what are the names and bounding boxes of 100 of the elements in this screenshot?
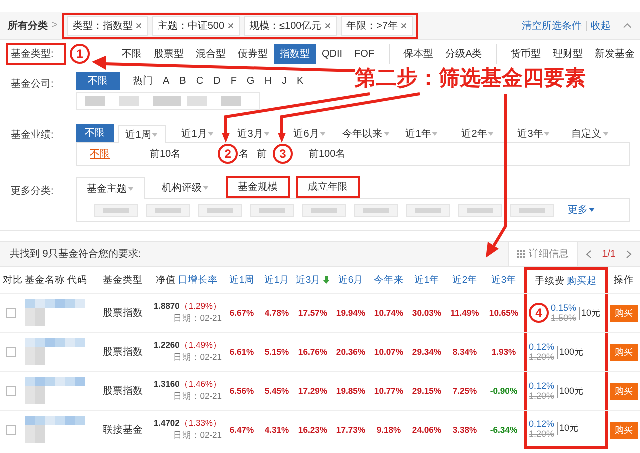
- category-tab[interactable]: 成立年限: [296, 176, 360, 198]
- rank-option[interactable]: 前100名: [309, 147, 346, 161]
- filter-option[interactable]: A: [158, 72, 175, 90]
- category-tab[interactable]: 机构评级: [151, 176, 220, 198]
- blurred-chip[interactable]: [250, 204, 294, 216]
- detail-button[interactable]: 详细信息: [508, 242, 578, 266]
- filter-option[interactable]: 分级A类: [440, 44, 488, 64]
- blurred-chip[interactable]: [510, 204, 554, 216]
- filter-tag[interactable]: 规模：≤100亿元: [244, 16, 337, 36]
- filter-option[interactable]: 混合型: [190, 44, 232, 64]
- filter-option[interactable]: K: [292, 72, 309, 90]
- compare-checkbox[interactable]: [6, 386, 16, 396]
- return-value: 6.61%: [230, 347, 254, 357]
- category-tab[interactable]: 基金主题: [76, 177, 145, 199]
- filter-option[interactable]: 热门: [128, 72, 158, 90]
- more-link[interactable]: 更多: [568, 203, 595, 217]
- blurred-chip[interactable]: [302, 204, 346, 216]
- column-header[interactable]: 近2年: [452, 274, 478, 286]
- filter-option[interactable]: 理财型: [547, 44, 590, 64]
- filter-option[interactable]: QDII: [316, 46, 349, 62]
- rank-option[interactable]: 前: [257, 147, 267, 161]
- return-value: 8.34%: [452, 347, 478, 357]
- column-header[interactable]: 近1月: [264, 274, 290, 286]
- row-label: 基金类型:: [6, 43, 66, 65]
- column-header[interactable]: 日增长率: [178, 274, 218, 286]
- close-icon[interactable]: [401, 22, 408, 28]
- return-value: 3.38%: [452, 425, 478, 435]
- compare-checkbox[interactable]: [6, 425, 16, 435]
- filter-option[interactable]: 保本型: [388, 44, 440, 64]
- filter-option[interactable]: F: [226, 72, 242, 90]
- category-tab[interactable]: 基金规模: [226, 176, 290, 198]
- return-value: 19.94%: [336, 308, 366, 318]
- blurred-chip[interactable]: [406, 204, 450, 216]
- net-value: 1.2260（1.49%）: [154, 340, 222, 352]
- filter-tag[interactable]: 主题：中证500: [152, 16, 240, 36]
- blurred-chip[interactable]: [458, 204, 502, 216]
- column-header[interactable]: 近1年: [414, 274, 440, 286]
- column-header[interactable]: 近3月: [296, 274, 322, 286]
- filter-option[interactable]: 不限: [116, 44, 148, 64]
- filter-option[interactable]: C: [191, 72, 209, 90]
- all-button[interactable]: 不限: [76, 124, 114, 142]
- return-value: 29.15%: [412, 386, 442, 396]
- period-tab[interactable]: 近1月: [174, 124, 222, 142]
- filter-option[interactable]: 货币型: [496, 44, 548, 64]
- row-label: 更多分类:: [10, 184, 55, 199]
- filter-option[interactable]: 新发基金: [589, 44, 640, 64]
- return-value: 20.36%: [336, 347, 366, 357]
- filter-option[interactable]: G: [242, 72, 260, 90]
- return-value: -0.90%: [490, 386, 518, 396]
- compare-checkbox[interactable]: [6, 308, 16, 318]
- blurred-chip[interactable]: [146, 204, 190, 216]
- clear-link[interactable]: 清空所选条件: [522, 18, 582, 32]
- filter-option[interactable]: B: [174, 72, 192, 90]
- column-header[interactable]: 今年来: [374, 274, 404, 286]
- next-icon[interactable]: [626, 250, 632, 258]
- previous-icon[interactable]: [586, 250, 592, 258]
- filter-option[interactable]: 股票型: [148, 44, 190, 64]
- rank-option[interactable]: 不限: [90, 147, 110, 161]
- filter-option[interactable]: 不限: [76, 72, 120, 90]
- chevron-up-icon[interactable]: [623, 22, 632, 28]
- period-tab[interactable]: 自定义: [566, 124, 614, 142]
- fee-rate: 0.12%: [529, 342, 555, 352]
- close-icon[interactable]: [136, 22, 142, 28]
- column-header[interactable]: 购买起: [567, 275, 597, 288]
- filter-tag[interactable]: 年限：>7年: [340, 16, 414, 36]
- filter-option[interactable]: 债券型: [232, 44, 274, 64]
- column-header: 基金类型: [103, 274, 143, 286]
- blurred-chip[interactable]: [198, 204, 242, 216]
- return-value: 6.67%: [230, 308, 254, 318]
- return-value: 10.07%: [374, 347, 404, 357]
- filter-option[interactable]: J: [276, 72, 292, 90]
- period-tab[interactable]: 今年以来: [342, 124, 390, 142]
- period-tab[interactable]: 近1年: [398, 124, 446, 142]
- close-icon[interactable]: [228, 22, 234, 28]
- column-header[interactable]: 近6月: [338, 274, 364, 286]
- filter-option[interactable]: D: [208, 72, 226, 90]
- return-value: 16.76%: [298, 347, 328, 357]
- period-tab[interactable]: 近1周: [118, 125, 166, 143]
- period-tab[interactable]: 近6月: [286, 124, 334, 142]
- minimum-amount: 100元: [556, 346, 584, 358]
- filter-option[interactable]: 指数型: [274, 44, 316, 64]
- period-tab[interactable]: 近3月: [230, 124, 278, 142]
- column-header[interactable]: 近3年: [491, 274, 517, 286]
- rank-option[interactable]: 名: [239, 147, 249, 161]
- blurred-chip[interactable]: [354, 204, 398, 216]
- caret-icon: [152, 132, 158, 136]
- blurred-chip[interactable]: [94, 204, 138, 216]
- period-tab[interactable]: 近2年: [454, 124, 502, 142]
- rank-option[interactable]: 前10名: [150, 147, 182, 161]
- period-tab[interactable]: 近3年: [510, 124, 558, 142]
- column-header[interactable]: 近1周: [229, 274, 255, 286]
- filter-option[interactable]: H: [260, 72, 277, 90]
- sort-down-icon[interactable]: [323, 276, 330, 284]
- step-marker: 3: [273, 144, 293, 164]
- close-icon[interactable]: [324, 22, 331, 28]
- column-header: 基金名称 代码: [25, 274, 88, 286]
- filter-option[interactable]: FOF: [348, 46, 381, 62]
- compare-checkbox[interactable]: [6, 347, 16, 357]
- filter-tag[interactable]: 类型：指数型: [66, 16, 148, 36]
- collapse-link[interactable]: 收起: [591, 18, 611, 32]
